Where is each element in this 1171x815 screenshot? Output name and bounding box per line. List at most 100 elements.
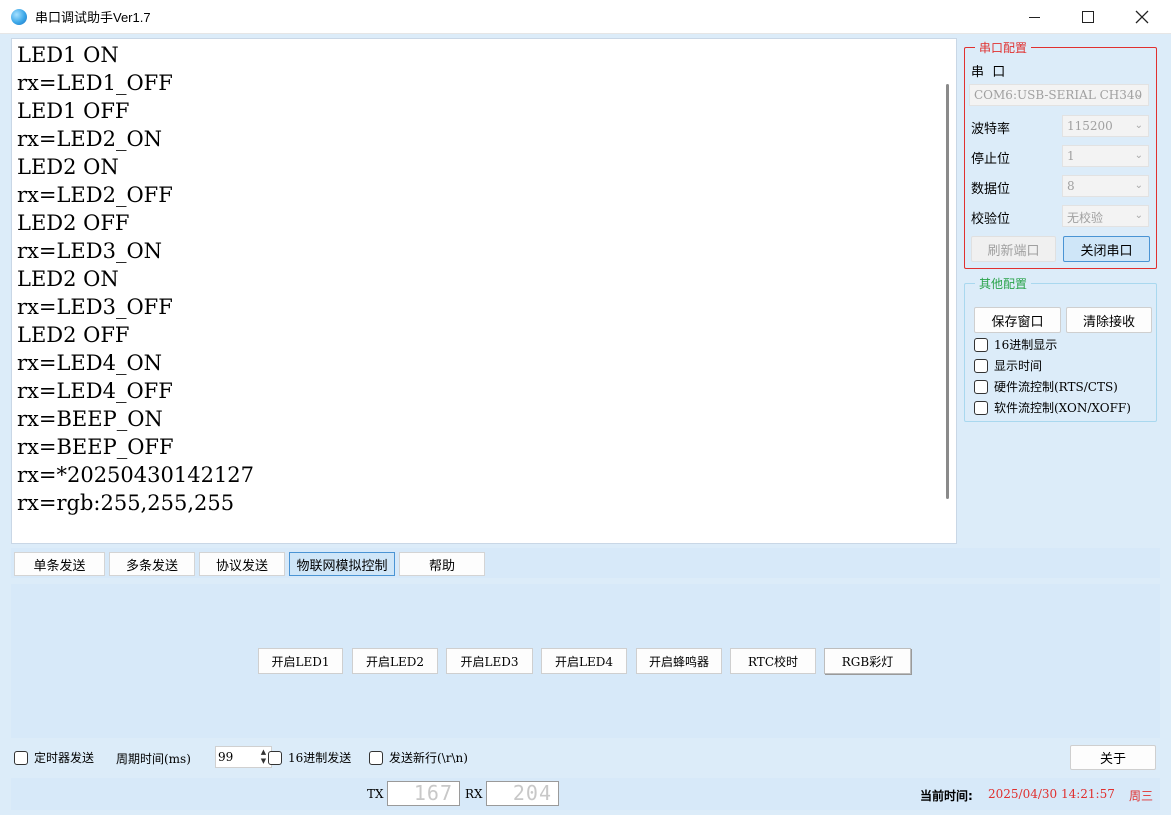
period-value: 99 [218, 750, 234, 764]
buzzer-on-button[interactable]: 开启蜂鸣器 [636, 648, 722, 674]
receive-line: rx=LED2_ON [17, 127, 163, 151]
period-spinbox[interactable]: 99 ▲ ▼ [215, 746, 272, 768]
checkbox-box[interactable] [14, 750, 28, 765]
hardware-flow-label: 硬件流控制(RTS/CTS) [994, 380, 1118, 394]
iot-control-panel: 开启LED1 开启LED2 开启LED3 开启LED4 开启蜂鸣器 RTC校时 … [11, 584, 1160, 738]
led4-on-button[interactable]: 开启LED4 [541, 648, 627, 674]
tab-help[interactable]: 帮助 [399, 552, 485, 576]
data-bits-select[interactable]: 8 ⌄ [1062, 175, 1149, 197]
timer-send-checkbox[interactable]: 定时器发送 [14, 749, 94, 766]
software-flow-checkbox[interactable]: 软件流控制(XON/XOFF) [974, 399, 1131, 416]
close-window-button[interactable] [1115, 0, 1169, 34]
chevron-down-icon: ⌄ [1134, 180, 1143, 191]
minimize-icon [1028, 16, 1040, 18]
hardware-flow-checkbox[interactable]: 硬件流控制(RTS/CTS) [974, 378, 1118, 395]
title-bar: 串口调试助手Ver1.7 [0, 0, 1171, 34]
hex-send-label: 16进制发送 [288, 751, 352, 765]
data-bits-label: 数据位 [971, 182, 1011, 197]
receive-line: rx=LED1_OFF [17, 71, 173, 95]
checkbox-box[interactable] [974, 337, 988, 352]
close-port-button[interactable]: 关闭串口 [1063, 236, 1150, 262]
chevron-down-icon: ⌄ [1134, 150, 1143, 161]
receive-line: LED1 ON [17, 43, 119, 67]
baud-label: 波特率 [971, 122, 1011, 137]
current-time-value: 2025/04/30 14:21:57 [988, 787, 1115, 801]
timer-send-label: 定时器发送 [34, 751, 95, 765]
show-time-checkbox[interactable]: 显示时间 [974, 357, 1042, 374]
period-label: 周期时间(ms) [116, 752, 191, 766]
baud-select-value: 115200 [1067, 119, 1113, 133]
baud-select[interactable]: 115200 ⌄ [1062, 115, 1149, 137]
send-newline-checkbox[interactable]: 发送新行(\r\n) [369, 749, 468, 766]
tab-iot-control[interactable]: 物联网模拟控制 [289, 552, 395, 576]
receive-line: rx=LED2_OFF [17, 183, 173, 207]
led3-on-button[interactable]: 开启LED3 [446, 648, 533, 674]
checkbox-box[interactable] [369, 750, 383, 765]
tab-multi-send[interactable]: 多条发送 [109, 552, 195, 576]
port-select[interactable]: COM6:USB-SERIAL CH340 ⌄ [969, 84, 1149, 106]
refresh-ports-button[interactable]: 刷新端口 [971, 236, 1056, 262]
hex-display-checkbox[interactable]: 16进制显示 [974, 336, 1057, 353]
close-icon [1135, 10, 1149, 24]
show-time-label: 显示时间 [994, 359, 1043, 373]
receive-line: rx=*20250430142127 [17, 463, 255, 487]
rx-label: RX [465, 787, 483, 801]
checkbox-box[interactable] [974, 379, 988, 394]
send-tab-bar: 单条发送 多条发送 协议发送 物联网模拟控制 帮助 [11, 548, 1160, 578]
rx-counter: 204 [486, 781, 559, 806]
led1-on-button[interactable]: 开启LED1 [258, 648, 343, 674]
stop-bits-value: 1 [1067, 149, 1075, 163]
receive-scrollbar[interactable] [946, 84, 949, 499]
port-select-value: COM6:USB-SERIAL CH340 [974, 88, 1143, 102]
chevron-down-icon: ⌄ [1134, 120, 1143, 131]
tab-single-send[interactable]: 单条发送 [14, 552, 105, 576]
rtc-sync-button[interactable]: RTC校时 [730, 648, 816, 674]
receive-line: rx=BEEP_OFF [17, 435, 174, 459]
data-bits-value: 8 [1067, 179, 1075, 193]
maximize-icon [1082, 11, 1094, 23]
receive-line: LED2 ON [17, 155, 119, 179]
hex-send-checkbox[interactable]: 16进制发送 [268, 749, 351, 766]
chevron-down-icon: ⌄ [1134, 89, 1143, 100]
receive-line: rx=LED4_OFF [17, 379, 173, 403]
receive-line: rx=rgb:255,255,255 [17, 491, 235, 515]
led2-on-button[interactable]: 开启LED2 [352, 648, 438, 674]
clear-receive-button[interactable]: 清除接收 [1066, 307, 1152, 333]
stop-bits-label: 停止位 [971, 152, 1011, 167]
send-newline-label: 发送新行(\r\n) [389, 751, 468, 765]
parity-select[interactable]: 无校验 ⌄ [1062, 205, 1149, 227]
send-options-bar: 定时器发送 周期时间(ms) 99 ▲ ▼ 16进制发送 发送新行(\r\n) 关… [11, 742, 1160, 772]
rgb-light-button[interactable]: RGB彩灯 [824, 648, 911, 674]
maximize-button[interactable] [1061, 0, 1115, 34]
receive-line: LED1 OFF [17, 99, 130, 123]
receive-line: LED2 OFF [17, 211, 130, 235]
software-flow-label: 软件流控制(XON/XOFF) [994, 401, 1131, 415]
app-icon [11, 8, 27, 25]
tx-label: TX [367, 787, 384, 801]
checkbox-box[interactable] [268, 750, 282, 765]
receive-line: LED2 ON [17, 267, 119, 291]
serial-config-legend: 串口配置 [975, 39, 1032, 56]
receive-line: rx=BEEP_ON [17, 407, 163, 431]
tab-protocol-send[interactable]: 协议发送 [199, 552, 285, 576]
hex-display-label: 16进制显示 [994, 338, 1058, 352]
chevron-down-icon: ⌄ [1134, 210, 1143, 221]
receive-line: LED2 OFF [17, 323, 130, 347]
receive-line: rx=LED3_OFF [17, 295, 173, 319]
weekday-value: 周三 [1129, 789, 1154, 803]
save-window-button[interactable]: 保存窗口 [974, 307, 1061, 333]
tx-counter: 167 [387, 781, 460, 806]
receive-line: rx=LED3_ON [17, 239, 163, 263]
checkbox-box[interactable] [974, 358, 988, 373]
port-label: 串 口 [971, 65, 1006, 80]
status-bar: TX 167 RX 204 当前时间: 2025/04/30 14:21:57 … [11, 778, 1160, 810]
parity-value: 无校验 [1067, 211, 1104, 225]
window-title: 串口调试助手Ver1.7 [35, 10, 151, 25]
receive-textarea[interactable]: LED1 ON rx=LED1_OFF LED1 OFF rx=LED2_ON LED2… [11, 38, 957, 544]
minimize-button[interactable] [1007, 0, 1061, 34]
stop-bits-select[interactable]: 1 ⌄ [1062, 145, 1149, 167]
parity-label: 校验位 [971, 212, 1011, 227]
current-time-label: 当前时间: [920, 789, 973, 803]
about-button[interactable]: 关于 [1070, 745, 1156, 770]
checkbox-box[interactable] [974, 400, 988, 415]
